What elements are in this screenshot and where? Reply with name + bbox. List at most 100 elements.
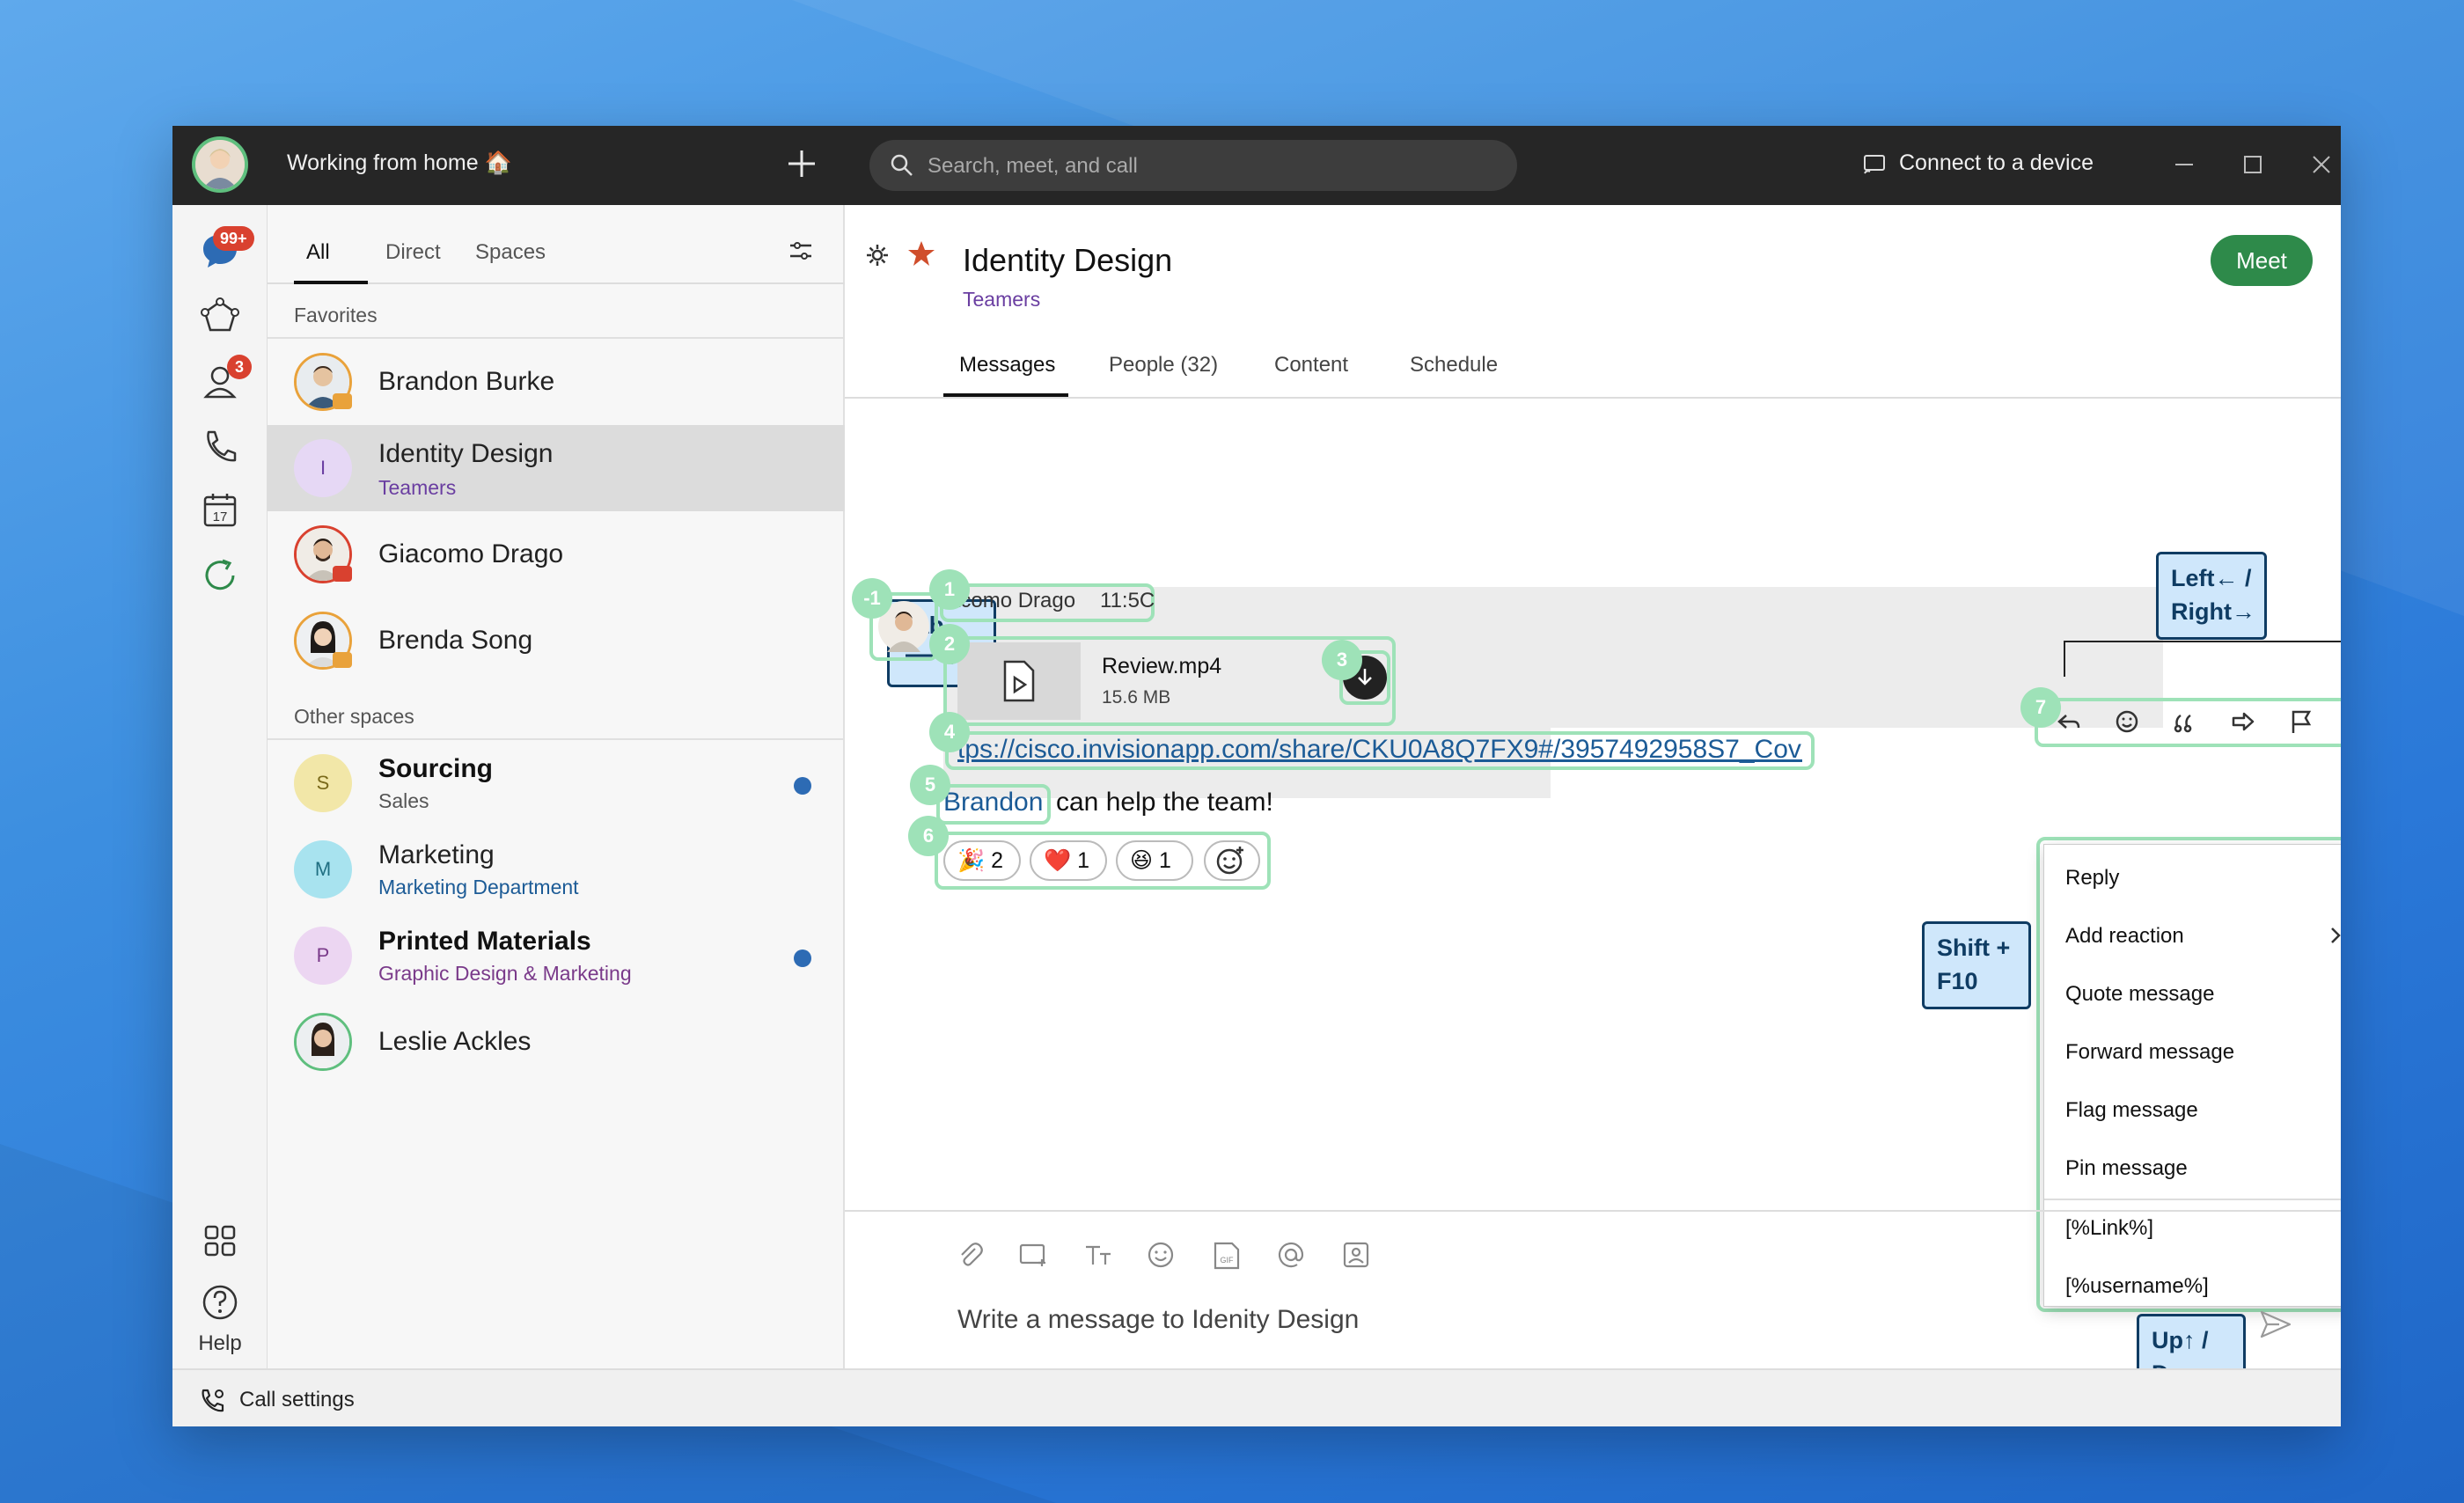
gif-icon[interactable]: GIF [1211,1240,1243,1272]
space-list-panel: All Direct Spaces Favorites Brandon Burk… [268,205,845,1368]
menu-item-username[interactable]: [%username%] [2065,1274,2209,1299]
list-item-brandon-burke[interactable]: Brandon Burke [268,339,845,425]
left-right-key-callout: Left← / Right→ [2156,552,2267,640]
list-item-name: Marketing [378,840,495,869]
settings-gear-icon[interactable] [864,242,891,268]
forward-icon[interactable] [2230,708,2256,735]
screenshot-icon[interactable] [1017,1240,1051,1270]
list-item-giacomo-drago[interactable]: Giacomo Drago [268,511,845,598]
menu-item-flag[interactable]: Flag message [2065,1098,2198,1123]
search-icon [891,154,913,176]
svg-text:GIF: GIF [1221,1256,1235,1265]
add-reaction-button[interactable] [1204,840,1260,881]
message-input[interactable]: Write a message to Idenity Design [957,1305,1359,1335]
avatar: S [294,754,352,812]
unread-indicator [794,777,811,795]
other-spaces-label: Other spaces [294,705,414,728]
minimize-icon[interactable] [2165,145,2204,184]
favorite-star-icon[interactable] [906,238,936,268]
user-avatar[interactable] [192,136,248,193]
tab-spaces[interactable]: Spaces [475,240,546,265]
divider [845,397,2341,399]
webex-window: Working from home 🏠 Search, meet, and ca… [172,126,2341,1426]
apps-grid-icon[interactable] [198,1219,242,1263]
list-item-brenda-song[interactable]: Brenda Song [268,598,845,684]
mention-icon[interactable] [1276,1240,1306,1270]
message-time: 11:5C [1100,589,1155,612]
tab-content[interactable]: Content [1274,353,1348,378]
list-item-leslie-ackles[interactable]: Leslie Ackles [268,999,845,1085]
file-name: Review.mp4 [1102,654,1222,678]
bracket-line [2064,641,2341,677]
help-label[interactable]: Help [172,1331,268,1356]
avatar: I [294,439,352,497]
attach-icon[interactable] [956,1240,986,1270]
space-team[interactable]: Teamers [963,288,1040,312]
list-item-name: Printed Materials [378,927,591,956]
presenting-status-icon [333,566,352,582]
maximize-icon[interactable] [2233,145,2272,184]
messages-badge: 99+ [213,226,254,251]
whiteboard-icon[interactable] [1341,1240,1371,1270]
flag-icon[interactable] [2288,708,2314,735]
list-item-identity-design[interactable]: I Identity Design Teamers [268,425,845,511]
new-plus-icon[interactable] [780,142,824,186]
connect-device-button[interactable]: Connect to a device [1899,150,2094,176]
emoji-icon[interactable] [1146,1240,1176,1270]
filter-icon[interactable] [787,237,815,265]
refresh-icon[interactable] [198,554,242,598]
text-format-icon[interactable] [1082,1240,1116,1270]
menu-item-link[interactable]: [%Link%] [2065,1216,2153,1241]
list-item-team: Sales [378,789,429,812]
space-title: Identity Design [963,242,1173,278]
add-emoji-icon [1216,847,1243,875]
tab-messages[interactable]: Messages [959,353,1055,378]
menu-item-pin[interactable]: Pin message [2065,1156,2188,1181]
mention-brandon[interactable]: Brandon [943,788,1043,817]
avatar: P [294,927,352,985]
tab-schedule[interactable]: Schedule [1410,353,1498,378]
tab-all[interactable]: All [306,240,330,265]
focus-step-marker: 7 [2020,687,2061,728]
menu-item-forward[interactable]: Forward message [2065,1040,2234,1065]
list-item-sourcing[interactable]: S Sourcing Sales [268,740,845,826]
focus-step-marker: 5 [910,765,950,805]
close-icon[interactable] [2302,145,2341,184]
menu-item-add-reaction[interactable]: Add reaction [2065,924,2184,949]
list-item-marketing[interactable]: M Marketing Marketing Department [268,826,845,913]
calls-icon[interactable] [198,425,242,469]
video-file-icon [1003,660,1035,702]
reaction-chip[interactable]: ❤️ 1 [1030,840,1107,881]
calendar-icon[interactable]: 17 [198,488,242,532]
list-item-team: Teamers [378,476,457,499]
tab-people[interactable]: People (32) [1109,353,1218,378]
reaction-chip[interactable]: 😆 1 [1116,840,1193,881]
send-icon[interactable] [2258,1309,2293,1340]
file-size: 15.6 MB [1102,687,1171,708]
focus-step-marker: 6 [908,816,949,856]
list-tabs: All Direct Spaces [268,205,845,284]
reaction-chip[interactable]: 🎉 2 [943,840,1021,881]
menu-item-reply[interactable]: Reply [2065,866,2119,891]
meet-button[interactable]: Meet [2211,235,2313,286]
search-placeholder: Search, meet, and call [928,154,1138,178]
tab-direct[interactable]: Direct [385,240,441,265]
nav-rail: 99+ 3 17 Help [172,205,268,1368]
title-bar: Working from home 🏠 Search, meet, and ca… [172,126,2341,205]
message-link[interactable]: tps://cisco.invisionapp.com/share/CKU0A8… [957,735,1802,765]
status-message[interactable]: Working from home 🏠 [287,150,512,176]
help-icon[interactable] [198,1280,242,1324]
list-item-printed-materials[interactable]: P Printed Materials Graphic Design & Mar… [268,913,845,999]
focus-step-marker: 1 [929,569,970,610]
avatar: M [294,840,352,898]
video-thumbnail[interactable] [957,642,1081,720]
teams-icon[interactable] [198,295,242,339]
call-settings-button[interactable]: Call settings [239,1388,355,1412]
menu-item-quote[interactable]: Quote message [2065,982,2214,1007]
list-item-name: Sourcing [378,754,494,783]
emoji-icon[interactable] [2114,708,2140,735]
space-main-panel: Identity Design Teamers Meet Messages Pe… [845,205,2341,1402]
search-bar[interactable]: Search, meet, and call [869,140,1517,191]
quote-icon[interactable] [2172,708,2198,735]
contacts-badge: 3 [227,355,253,379]
